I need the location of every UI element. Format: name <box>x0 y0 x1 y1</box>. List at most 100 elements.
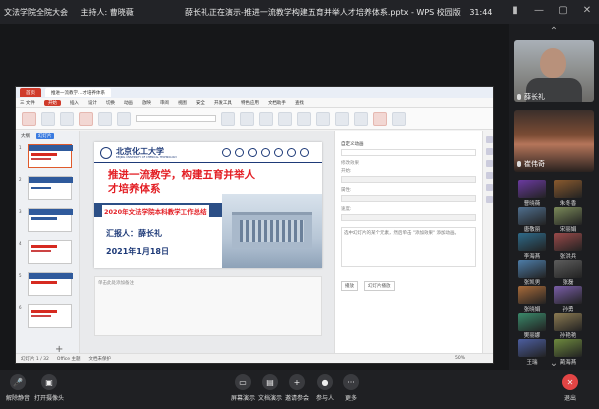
invite-button[interactable]: + 邀请参会 <box>285 374 309 402</box>
outline-icon[interactable] <box>354 111 368 126</box>
slide-subtitle: 2020年文法学院本科教学工作总结 <box>102 205 209 217</box>
participant-avatar[interactable] <box>554 233 582 251</box>
slides-tab[interactable]: 幻灯片 <box>36 133 54 139</box>
slide-thumbnail[interactable] <box>28 208 73 232</box>
play-button[interactable]: 播放 <box>341 281 358 291</box>
slide-counter: 幻灯片 1 / 32 <box>21 356 49 362</box>
slide-thumbnail[interactable] <box>28 304 72 328</box>
bold-icon[interactable] <box>221 111 235 126</box>
fullscreen-icon[interactable]: ▢ <box>557 5 569 17</box>
participant-avatar[interactable] <box>518 180 546 198</box>
participant-name: 宋丽娟 <box>559 227 577 233</box>
start-select[interactable] <box>341 176 476 183</box>
participant-avatar[interactable] <box>518 312 546 331</box>
chevron-up-icon[interactable]: ⌃ <box>548 26 560 38</box>
slide-thumbnail[interactable] <box>28 240 72 264</box>
menu-animation[interactable]: 动画 <box>124 100 133 106</box>
participant-avatar[interactable] <box>554 180 582 198</box>
shapes-icon[interactable] <box>316 111 330 126</box>
participant-avatar[interactable] <box>518 286 546 304</box>
menu-review[interactable]: 审阅 <box>160 100 169 106</box>
settings-icon[interactable] <box>485 196 493 203</box>
participants-button[interactable]: ● 参与人 <box>316 374 334 402</box>
italic-icon[interactable] <box>240 111 254 126</box>
control-bar: 🎤 解除静音 ▣ 打开摄像头 ▭ 屏幕演示 ▤ 文档演示 + 邀请参会 ● 参与… <box>0 370 599 409</box>
more-button[interactable]: ··· 更多 <box>343 374 359 402</box>
menu-file[interactable]: 三 文件 <box>20 100 35 106</box>
notes-pane[interactable]: 单击此处添加备注 <box>94 276 322 336</box>
slide-thumbnail[interactable] <box>28 272 73 296</box>
mic-icon <box>517 161 521 167</box>
property-select[interactable] <box>341 195 476 202</box>
shared-screen: 首页 推进一流教学…才培养体系 三 文件 开始 插入 设计 切换 动画 放映 审… <box>15 86 494 364</box>
outline-tab[interactable]: 大纲 <box>21 133 30 139</box>
new-slide-icon[interactable] <box>98 111 112 126</box>
cut-icon[interactable] <box>41 111 55 126</box>
menu-features[interactable]: 特色应用 <box>241 100 259 106</box>
font-name-box[interactable] <box>136 115 216 122</box>
menu-slideshow[interactable]: 放映 <box>142 100 151 106</box>
doc-assistant-icon[interactable] <box>373 111 387 126</box>
select-icon[interactable] <box>392 111 406 126</box>
format-painter-icon[interactable] <box>60 111 74 126</box>
menu-insert[interactable]: 插入 <box>70 100 79 106</box>
zoom-level[interactable]: 50% <box>455 356 465 361</box>
meeting-info: 文法学院全院大会 主持人: 曹晓薇 <box>4 7 144 18</box>
menu-view[interactable]: 视图 <box>178 100 187 106</box>
participant-avatar[interactable] <box>518 233 546 251</box>
backup-icon[interactable] <box>485 184 493 191</box>
video-tile-name: 崔伟奇 <box>517 159 545 169</box>
menu-home[interactable]: 开始 <box>43 99 61 106</box>
current-slide[interactable]: 北京化工大学 BEIJING UNIVERSITY OF CHEMICAL TE… <box>94 142 322 268</box>
participant-avatar[interactable] <box>554 286 582 304</box>
screen-share-button[interactable]: ▭ 屏幕演示 <box>231 374 255 402</box>
menu-security[interactable]: 安全 <box>196 100 205 106</box>
participant-avatar[interactable] <box>554 259 582 278</box>
wps-home-tab[interactable]: 首页 <box>20 88 41 97</box>
emblem-icon <box>222 148 231 157</box>
arrange-icon[interactable] <box>335 111 349 126</box>
participant-avatar[interactable] <box>554 206 582 225</box>
property-icon[interactable] <box>485 136 493 143</box>
menu-assistant[interactable]: 文档助手 <box>268 100 286 106</box>
underline-icon[interactable] <box>259 111 273 126</box>
wps-tab-strip: 首页 推进一流教学…才培养体系 <box>16 87 493 98</box>
participant-avatar[interactable] <box>518 339 546 357</box>
minimize-icon[interactable]: — <box>533 5 545 17</box>
start-from-current-icon[interactable] <box>79 111 93 126</box>
paste-icon[interactable] <box>22 111 36 126</box>
wps-document-tab[interactable]: 推进一流教学…才培养体系 <box>45 88 111 97</box>
animation-hint: 选中幻灯片的某个元素，然后单击 "添加效果" 添加动画。 <box>341 227 476 267</box>
style-icon[interactable] <box>485 160 493 167</box>
speed-select[interactable] <box>341 214 476 221</box>
participant-avatar[interactable] <box>554 339 582 357</box>
textbox-icon[interactable] <box>297 111 311 126</box>
mic-muted-icon: 🎤 <box>10 374 26 390</box>
unmute-button[interactable]: 🎤 解除静音 <box>6 374 30 402</box>
align-icon[interactable] <box>278 111 292 126</box>
select-icon[interactable] <box>485 172 493 179</box>
screen-icon: ▭ <box>235 374 251 390</box>
add-effect-button[interactable] <box>341 149 476 156</box>
slideshow-button[interactable]: 幻灯片播放 <box>364 281 395 291</box>
menu-design[interactable]: 设计 <box>88 100 97 106</box>
animation-icon[interactable] <box>485 148 493 155</box>
menu-transition[interactable]: 切换 <box>106 100 115 106</box>
thumb-number: 5 <box>19 273 22 278</box>
camera-button[interactable]: ▣ 打开摄像头 <box>34 374 64 402</box>
menu-devtools[interactable]: 开发工具 <box>214 100 232 106</box>
leave-label: 退出 <box>563 395 576 402</box>
avatar-photo <box>518 259 546 278</box>
signal-icon[interactable]: ▮ <box>509 5 521 17</box>
close-icon[interactable]: ✕ <box>581 5 593 17</box>
participant-avatar[interactable] <box>518 206 546 225</box>
slide-thumbnail[interactable] <box>28 176 73 200</box>
menu-search[interactable]: 查找 <box>295 100 304 106</box>
participant-avatar[interactable] <box>554 312 582 331</box>
slide-thumbnail[interactable] <box>28 144 73 168</box>
doc-share-button[interactable]: ▤ 文档演示 <box>258 374 282 402</box>
participant-avatar[interactable] <box>518 259 546 278</box>
leave-button[interactable]: ✕ 退出 <box>562 374 578 402</box>
layout-icon[interactable] <box>117 111 131 126</box>
chevron-down-icon[interactable]: ⌄ <box>548 358 560 370</box>
